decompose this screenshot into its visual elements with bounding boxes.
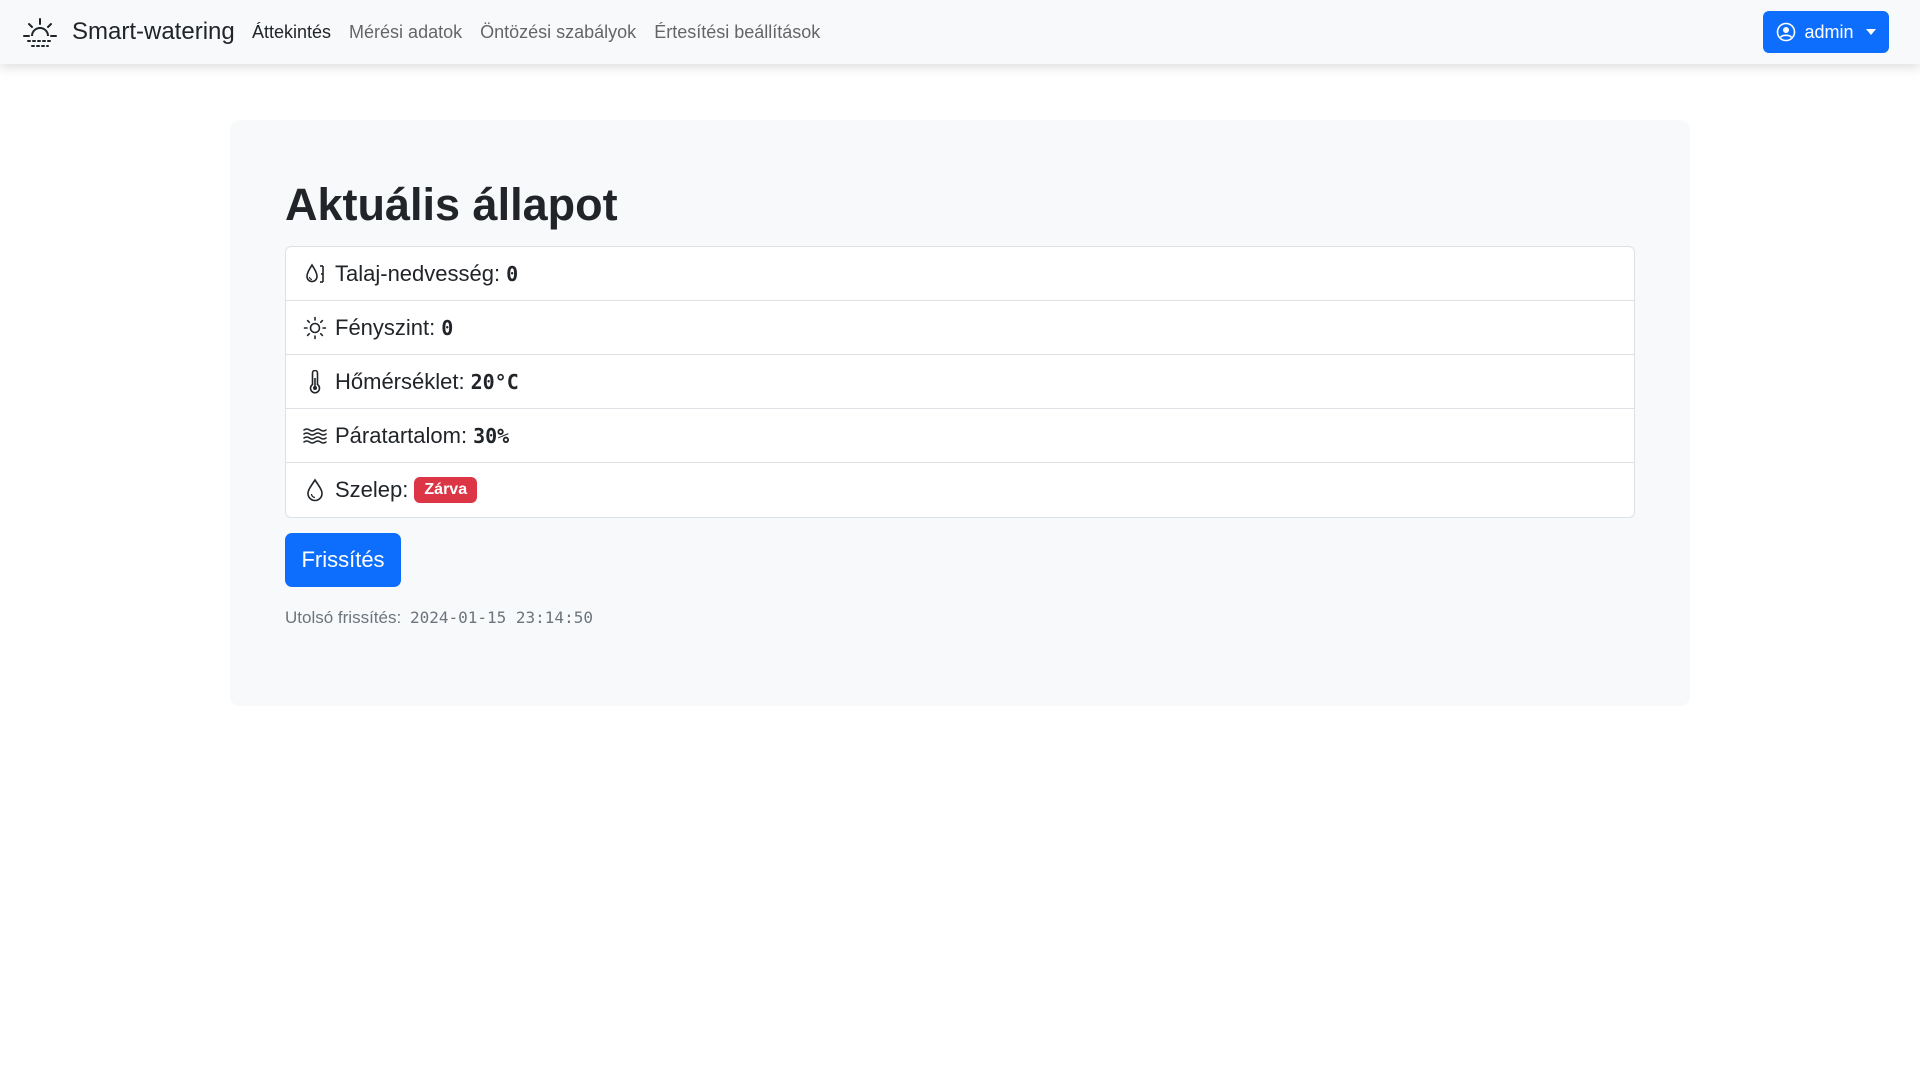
top-navbar: Smart-watering Áttekintés Mérési adatok …	[0, 0, 1920, 64]
last-update-label: Utolsó frissítés:	[285, 608, 402, 627]
status-panel: Aktuális állapot Talaj-nedvesség: 0 Fény…	[230, 120, 1690, 706]
droplet-icon	[303, 478, 327, 502]
status-label: Szelep:	[335, 477, 409, 502]
status-item-temperature: Hőmérséklet: 20°C	[286, 355, 1634, 409]
chevron-down-icon	[1865, 29, 1876, 35]
last-update-timestamp: 2024-01-15 23:14:50	[409, 608, 593, 627]
brand-name: Smart-watering	[72, 18, 235, 45]
moisture-icon	[303, 262, 327, 286]
nav-link-watering-rules[interactable]: Öntözési szabályok	[471, 22, 645, 43]
status-item-soil-moisture: Talaj-nedvesség: 0	[286, 247, 1634, 301]
last-update: Utolsó frissítés: 2024-01-15 23:14:50	[285, 608, 593, 628]
person-circle-icon	[1777, 22, 1796, 42]
status-value: 30%	[473, 423, 510, 448]
valve-status-badge: Zárva	[414, 477, 478, 503]
nav-link-measurements[interactable]: Mérési adatok	[340, 22, 471, 43]
refresh-button[interactable]: Frissítés	[285, 533, 401, 587]
thermometer-icon	[303, 369, 327, 394]
brand-link[interactable]: Smart-watering	[22, 0, 235, 64]
sunrise-icon	[23, 18, 57, 47]
status-item-humidity: Páratartalom: 30%	[286, 409, 1634, 463]
nav-link-overview[interactable]: Áttekintés	[252, 22, 340, 43]
nav-links: Áttekintés Mérési adatok Öntözési szabál…	[252, 0, 829, 64]
status-value: 0	[441, 315, 454, 340]
status-value: 20°C	[470, 369, 519, 394]
status-label: Páratartalom:	[335, 422, 468, 448]
sun-icon	[303, 316, 327, 340]
user-menu-button[interactable]: admin	[1763, 11, 1889, 53]
status-label: Talaj-nedvesség:	[335, 260, 501, 286]
status-label: Fényszint:	[335, 314, 436, 340]
status-value: 0	[506, 261, 519, 286]
water-waves-icon	[303, 424, 327, 448]
nav-link-notification-settings[interactable]: Értesítési beállítások	[645, 22, 829, 43]
user-name: admin	[1804, 21, 1854, 42]
status-item-light-level: Fényszint: 0	[286, 301, 1634, 355]
status-list: Talaj-nedvesség: 0 Fényszint: 0 Hőmérsék…	[285, 246, 1635, 518]
status-label: Hőmérséklet:	[335, 368, 465, 394]
status-item-valve: Szelep: Zárva	[286, 463, 1634, 517]
page-title: Aktuális állapot	[285, 179, 618, 230]
